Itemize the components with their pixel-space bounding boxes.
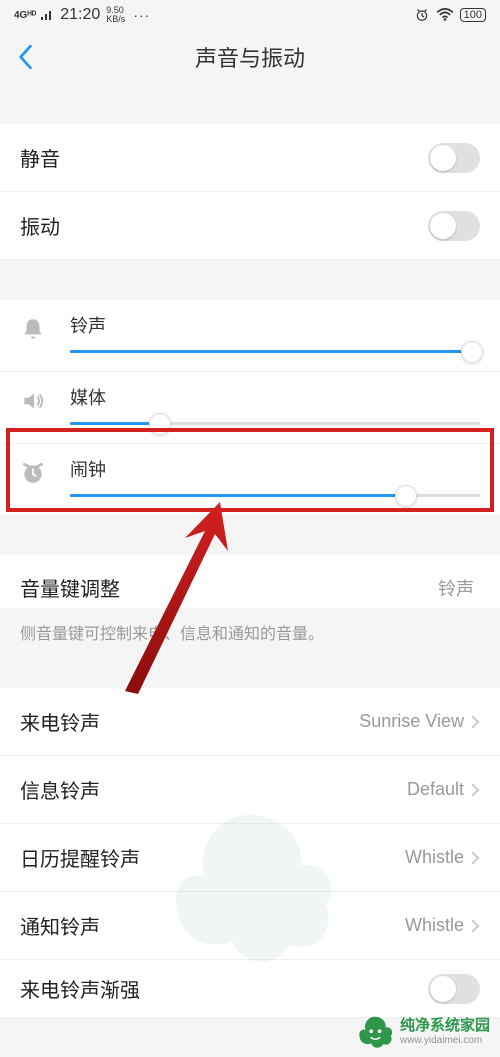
- mute-toggle[interactable]: [428, 143, 480, 173]
- clock-time: 21:20: [60, 6, 100, 24]
- more-indicator: ···: [133, 7, 150, 23]
- notification-ringtone-value: Whistle: [405, 915, 464, 936]
- volume-key-value: 铃声: [438, 575, 474, 601]
- battery-indicator: 100: [460, 8, 486, 22]
- ringtone-slider[interactable]: [70, 350, 480, 353]
- back-chevron-icon: [17, 44, 33, 70]
- crescendo-toggle[interactable]: [428, 974, 480, 1004]
- watermark-name: 纯净系统家园: [400, 1017, 490, 1035]
- message-ringtone-label: 信息铃声: [20, 775, 100, 804]
- signal-icon: [40, 9, 54, 21]
- message-ringtone-value: Default: [407, 779, 464, 800]
- media-slider-row: 媒体: [0, 372, 500, 444]
- message-ringtone-row[interactable]: 信息铃声 Default: [0, 756, 500, 824]
- alarm-slider-label: 闹钟: [70, 456, 480, 482]
- volume-key-label: 音量键调整: [20, 573, 120, 602]
- vibrate-row[interactable]: 振动: [0, 192, 500, 260]
- watermark-url: www.yidaimei.com: [400, 1035, 490, 1047]
- bell-icon: [20, 316, 52, 347]
- media-slider-label: 媒体: [70, 384, 480, 410]
- vibrate-label: 振动: [20, 211, 60, 240]
- crescendo-row[interactable]: 来电铃声渐强: [0, 960, 500, 1018]
- chevron-right-icon: [470, 782, 480, 798]
- watermark: 纯净系统家园 www.yidaimei.com: [356, 1013, 490, 1051]
- incoming-ringtone-row[interactable]: 来电铃声 Sunrise View: [0, 688, 500, 756]
- nav-header: 声音与振动: [0, 30, 500, 84]
- notification-ringtone-label: 通知铃声: [20, 911, 100, 940]
- page-title: 声音与振动: [195, 41, 305, 73]
- volume-key-row[interactable]: 音量键调整 铃声: [0, 555, 500, 608]
- calendar-ringtone-value: Whistle: [405, 847, 464, 868]
- crescendo-label: 来电铃声渐强: [20, 974, 140, 1003]
- notification-ringtone-row[interactable]: 通知铃声 Whistle: [0, 892, 500, 960]
- wifi-icon: [436, 8, 454, 22]
- incoming-ringtone-label: 来电铃声: [20, 707, 100, 736]
- status-bar: 4Gᴴᴰ 21:20 9.50KB/s ··· 100: [0, 0, 500, 30]
- mute-label: 静音: [20, 143, 60, 172]
- chevron-right-icon: [470, 850, 480, 866]
- ringtone-slider-label: 铃声: [70, 312, 480, 338]
- chevron-right-icon: [470, 918, 480, 934]
- network-indicator: 4Gᴴᴰ: [14, 10, 36, 21]
- alarm-icon: [20, 460, 52, 491]
- chevron-right-icon: [470, 714, 480, 730]
- media-slider[interactable]: [70, 422, 480, 425]
- ringtone-slider-row: 铃声: [0, 300, 500, 372]
- watermark-logo-icon: [356, 1013, 394, 1051]
- data-speed: 9.50KB/s: [106, 6, 125, 24]
- calendar-ringtone-row[interactable]: 日历提醒铃声 Whistle: [0, 824, 500, 892]
- back-button[interactable]: [0, 30, 50, 84]
- mute-row[interactable]: 静音: [0, 124, 500, 192]
- volume-key-desc: 侧音量键可控制来电、信息和通知的音量。: [0, 608, 500, 660]
- vibrate-toggle[interactable]: [428, 211, 480, 241]
- speaker-icon: [20, 388, 52, 419]
- alarm-slider-row: 闹钟: [0, 444, 500, 515]
- alarm-status-icon: [414, 7, 430, 23]
- calendar-ringtone-label: 日历提醒铃声: [20, 843, 140, 872]
- incoming-ringtone-value: Sunrise View: [359, 711, 464, 732]
- alarm-slider[interactable]: [70, 494, 480, 497]
